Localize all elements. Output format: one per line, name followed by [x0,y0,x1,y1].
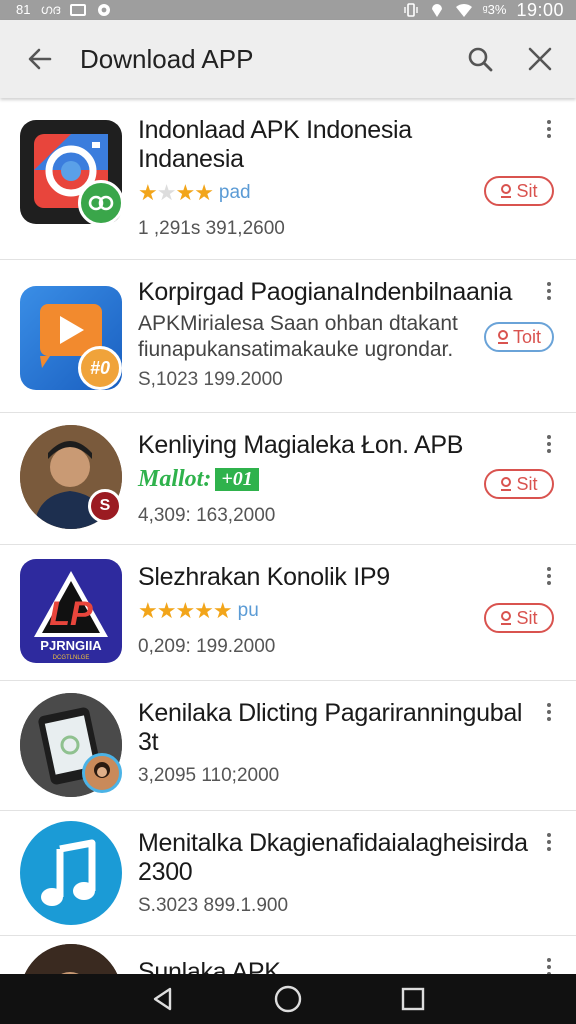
app-stats: S.3023 899.1.900 [138,895,289,916]
promo-text: Mallot: +01 [138,466,259,493]
app-icon-wrap: LP PJRNGIIA DCGTLNLGE [20,559,122,663]
list-item[interactable]: Indonlaad APK Indonesia Indanesia ★★★★ p… [0,98,576,260]
status-bar-right: ᵍ3% 19:00 [403,0,564,21]
install-label: Sit [516,607,538,628]
install-button[interactable]: Sit [484,176,554,206]
list-item[interactable]: Menitalka Dkagienafidaialagheisirda 2300… [0,811,576,936]
list-item[interactable]: Kenilaka Dlicting Pagariranningubal 3t 3… [0,681,576,811]
more-options-button[interactable] [544,703,554,721]
list-item[interactable]: Sunlaka APK [0,936,576,974]
search-icon [468,47,493,72]
install-button[interactable]: Sit [484,469,554,499]
app-title: Sunlaka APK [138,958,281,974]
install-label: Sit [516,180,538,201]
star-rating: ★★★★ [138,180,214,205]
back-button[interactable] [0,20,80,98]
nav-home-icon [274,985,302,1013]
app-icon-wrap: #0 [20,286,122,390]
app-title: Kenilaka Dlicting Pagariranningubal 3t [138,699,523,756]
svg-text:LP: LP [49,595,93,633]
lp-logo-icon: LP PJRNGIIA DCGTLNLGE [20,559,122,663]
star-rating: ★★★★★ [138,598,233,623]
app-title: Kenliying Magialeka Łon. APB [138,431,464,459]
rating-label: pad [218,182,251,203]
notification-icon [70,4,87,16]
app-icon-wrap: S [20,425,122,529]
rating-label: pu [237,600,259,621]
install-label: Sit [516,473,538,494]
nav-back-button[interactable] [133,974,193,1024]
avatar-badge [82,753,122,793]
app-stats: 4,309: 163,2000 [138,505,276,526]
app-info: Sunlaka APK [122,936,576,974]
navigation-bar [0,974,576,1024]
more-options-button[interactable] [544,282,554,300]
app-title: Menitalka Dkagienafidaialagheisirda 2300 [138,829,528,886]
app-stats: 1 ,291s 391,2600 [138,218,285,239]
app-icon-wrap [20,120,124,226]
nav-recents-button[interactable] [383,974,443,1024]
results-list: Indonlaad APK Indonesia Indanesia ★★★★ p… [0,98,576,974]
more-options-button[interactable] [544,120,554,138]
settings-icon [98,4,111,16]
close-icon [528,47,552,71]
list-item[interactable]: LP PJRNGIIA DCGTLNLGE Slezhrakan Konolik… [0,545,576,681]
user-pin-icon [501,611,512,625]
user-pin-icon [497,330,508,344]
app-info: Kenilaka Dlicting Pagariranningubal 3t 3… [122,681,576,810]
svg-text:PJRNGIIA: PJRNGIIA [40,638,102,653]
count-badge: #0 [78,346,122,390]
back-arrow-icon [28,48,52,70]
search-query[interactable]: Download APP [80,44,450,75]
app-title: Slezhrakan Konolik IP9 [138,563,390,591]
carrier-text: ഗദ [40,2,61,17]
app-stats: 0,209: 199.2000 [138,636,276,657]
location-icon [431,4,442,17]
app-info: Menitalka Dkagienafidaialagheisirda 2300… [122,811,576,935]
status-bar: 81 ഗദ ᵍ3% 19:00 [0,0,576,20]
close-button[interactable] [510,20,570,98]
wifi-icon [455,3,472,17]
user-pin-icon [501,184,512,198]
app-stats: S,1023 199.2000 [138,369,283,390]
install-button[interactable]: Toit [484,322,554,352]
promo-tag: +01 [215,468,259,491]
list-item[interactable]: #0 Korpirgad PaogianaIndenbilnaania APKM… [0,260,576,413]
music-note-icon [20,821,122,925]
battery-percent: ᵍ3% [482,2,507,17]
app-title: Indonlaad APK Indonesia Indanesia [138,116,412,173]
app-title: Korpirgad PaogianaIndenbilnaania [138,278,513,306]
list-item[interactable]: S Kenliying Magialeka Łon. APB Mallot: +… [0,413,576,545]
search-toolbar: Download APP [0,20,576,98]
nav-back-icon [153,987,171,1011]
brand-badge: S [88,489,122,523]
user-pin-icon [501,477,512,491]
link-badge-icon [78,180,124,226]
status-bar-left: 81 ഗദ [16,2,112,18]
app-icon-wrap [20,693,122,797]
svg-text:DCGTLNLGE: DCGTLNLGE [53,655,90,661]
more-options-button[interactable] [544,958,554,974]
nav-recents-icon [402,987,425,1011]
app-icon-wrap [20,944,122,974]
person-avatar-icon [20,944,122,974]
clock: 19:00 [516,0,564,20]
sim-indicator: 81 [16,2,31,17]
more-options-button[interactable] [544,833,554,851]
install-label: Toit [512,326,541,347]
more-options-button[interactable] [544,567,554,585]
app-stats: 3,2095 110;2000 [138,765,280,786]
more-options-button[interactable] [544,435,554,453]
screen: 81 ഗദ ᵍ3% 19:00 Download APP Indonlaad A… [0,0,576,1024]
app-icon-wrap [20,821,122,925]
install-button[interactable]: Sit [484,603,554,633]
search-button[interactable] [450,20,510,98]
vibrate-icon [404,3,418,17]
nav-home-button[interactable] [258,974,318,1024]
